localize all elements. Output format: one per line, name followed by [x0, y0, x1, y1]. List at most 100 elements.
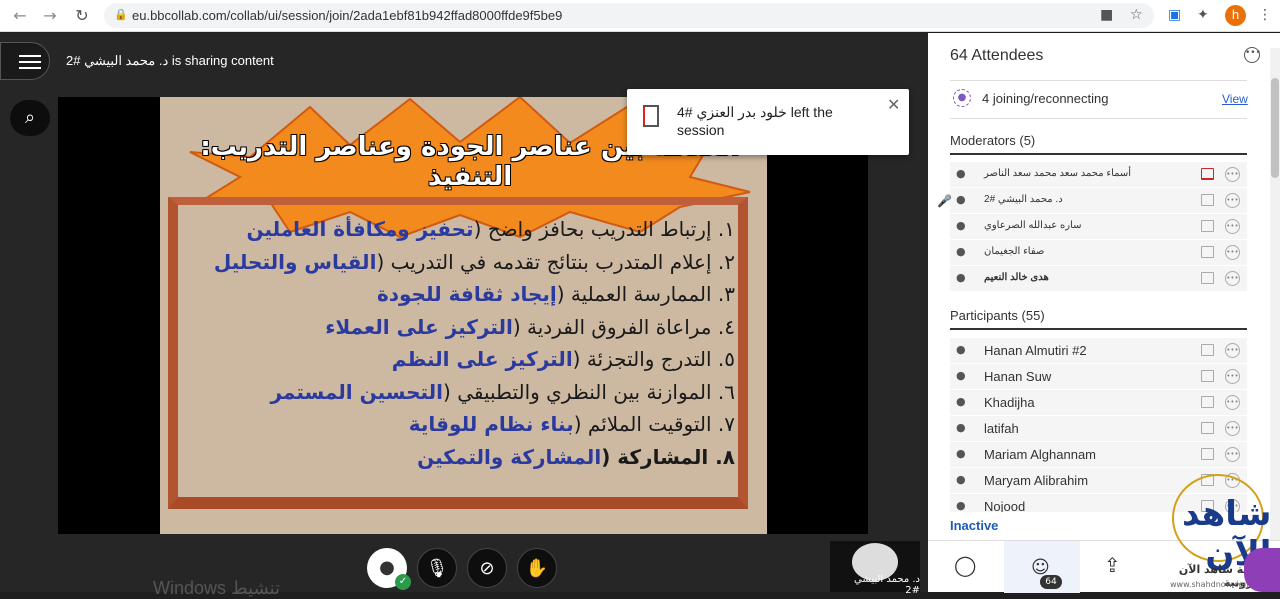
slide-list-item: ٨. المشاركة (المشاركة والتمكين [417, 444, 735, 469]
row-more-icon[interactable]: ••• [1225, 343, 1240, 358]
row-more-icon[interactable]: ••• [1225, 395, 1240, 410]
chat-icon[interactable] [1201, 194, 1214, 206]
forward-icon[interactable]: → [40, 6, 60, 25]
more-icon[interactable]: ⋮ [1258, 7, 1272, 23]
attendee-row[interactable]: ● هدى خالد النعيم ••• [950, 266, 1247, 291]
panel-title: 64 Attendees [950, 47, 1044, 64]
attendee-row[interactable]: ● أسماء محمد سعد محمد سعد الناصر ••• [950, 162, 1247, 187]
scroll-thumb[interactable] [1271, 78, 1279, 178]
chat-icon[interactable] [1201, 220, 1214, 232]
inactive-header[interactable]: Inactive [950, 518, 998, 533]
row-more-icon[interactable]: ••• [1225, 421, 1240, 436]
purple-tab[interactable] [1244, 548, 1280, 592]
star-icon[interactable]: ☆ [1130, 7, 1143, 23]
camera-button[interactable]: ⊘ [467, 548, 507, 588]
attendee-row[interactable]: ● latifah ••• [950, 416, 1247, 441]
slide-list-item: ٢. إعلام المتدرب بنتائج تقدمه في التدريب… [213, 249, 735, 274]
url-text: eu.bbcollab.com/collab/ui/session/join/2… [132, 8, 563, 23]
person-icon: ● [956, 193, 966, 206]
attendee-row[interactable]: ● Hanan Suw ••• [950, 364, 1247, 389]
row-more-icon[interactable]: ••• [1225, 447, 1240, 462]
chat-icon[interactable] [1201, 396, 1214, 408]
chat-icon[interactable] [1201, 168, 1214, 180]
person-icon: ● [956, 499, 966, 512]
chat-icon[interactable] [1201, 246, 1214, 258]
person-icon: ● [956, 369, 966, 382]
attendee-row[interactable]: ● صفاء الجغيمان ••• [950, 240, 1247, 265]
logo-url: www.shahdnow.com [1170, 580, 1252, 589]
share-content-icon[interactable]: ⇪ [1104, 553, 1121, 577]
joining-row: ● 4 joining/reconnecting View [950, 89, 1248, 109]
slide-list-item: ٣. الممارسة العملية (إيجاد ثقافة للجودة [376, 282, 735, 306]
check-icon: ✓ [395, 574, 411, 590]
slide-list-item: ٦. الموازنة بين النظري والتطبيقي (التحسي… [270, 379, 735, 404]
windows-watermark: Windows تنشيط [153, 578, 281, 598]
attendee-row[interactable]: ● Khadijha ••• [950, 390, 1247, 415]
slide-list-item: ١. إرتباط التدريب بحافز واضح (تحفيز ومكا… [246, 217, 735, 241]
slide-list-item: ٤. مراعاة الفروق الفردية (التركيز على ال… [325, 314, 735, 339]
row-more-icon[interactable]: ••• [1225, 193, 1240, 208]
attendee-count-badge: 64 [1040, 575, 1062, 589]
camera-off-icon: ⊘ [479, 558, 495, 579]
divider [950, 118, 1247, 119]
row-more-icon[interactable]: ••• [1225, 271, 1240, 286]
moderators-header[interactable]: Moderators (5) [950, 133, 1035, 148]
profile-avatar[interactable]: h [1225, 5, 1246, 26]
more-options-icon[interactable]: ••• [1244, 47, 1261, 63]
zoom-tool-icon[interactable]: ⌕ [10, 100, 50, 136]
back-icon[interactable]: ← [10, 6, 30, 25]
slide-list: ١. إرتباط التدريب بحافز واضح (تحفيز ومكا… [213, 217, 735, 477]
section-line [950, 153, 1247, 155]
reload-icon[interactable]: ↻ [72, 6, 92, 25]
row-more-icon[interactable]: ••• [1225, 167, 1240, 182]
chat-icon[interactable] [1201, 422, 1214, 434]
leave-door-icon [643, 105, 659, 127]
avatar-icon: ● [379, 557, 395, 578]
attendee-row[interactable]: ● Mariam Alghannam ••• [950, 442, 1247, 467]
participants-header[interactable]: Participants (55) [950, 308, 1045, 323]
person-icon: ● [956, 343, 966, 356]
person-icon: ● [956, 473, 966, 486]
person-icon: ● [956, 167, 966, 180]
address-bar[interactable]: 🔒 eu.bbcollab.com/collab/ui/session/join… [104, 3, 1154, 28]
chat-icon[interactable] [1201, 448, 1214, 460]
extension-icon[interactable]: ▣ [1168, 7, 1181, 23]
attendee-row[interactable]: ● Hanan Almutiri #2 ••• [950, 338, 1247, 363]
slide-list-item: ٧. التوقيت الملائم (بناء نظام للوقاية [408, 412, 735, 436]
panel-scrollbar[interactable] [1270, 48, 1280, 542]
joining-icon: ● [953, 89, 971, 107]
left-session-toast: خلود بدر العنزي #4 left the session ✕ [627, 89, 909, 155]
raise-hand-button[interactable]: ✋ [517, 548, 557, 588]
row-more-icon[interactable]: ••• [1225, 369, 1240, 384]
divider [950, 80, 1247, 81]
row-more-icon[interactable]: ••• [1225, 245, 1240, 260]
session-menu-button[interactable] [0, 42, 50, 80]
person-icon: ● [956, 271, 966, 284]
active-speaker-tile: د. محمد البيشي #2 [830, 541, 920, 596]
browser-toolbar: ← → ↻ 🔒 eu.bbcollab.com/collab/ui/sessio… [0, 0, 1280, 32]
toast-message: خلود بدر العنزي #4 left the session [677, 104, 833, 138]
microphone-button[interactable]: 🎙 [417, 548, 457, 588]
speaker-name: د. محمد البيشي #2 [854, 574, 920, 596]
attendee-row[interactable]: ● د. محمد البيشي #2 ••• [950, 188, 1247, 213]
person-icon: ● [956, 395, 966, 408]
chat-icon[interactable] [1201, 370, 1214, 382]
person-icon: ● [956, 421, 966, 434]
mic-off-icon: 🎙 [425, 558, 449, 579]
person-icon: ● [956, 447, 966, 460]
person-icon: ● [956, 245, 966, 258]
row-more-icon[interactable]: ••• [1225, 219, 1240, 234]
close-icon[interactable]: ✕ [887, 95, 900, 114]
attendee-row[interactable]: ● ساره عبدالله الصرعاوي ••• [950, 214, 1247, 239]
shahd-now-logo: شاهد الآن [1172, 474, 1271, 574]
person-icon: ● [956, 219, 966, 232]
camera-icon[interactable]: ■ [1100, 7, 1113, 23]
chat-icon[interactable] [1201, 272, 1214, 284]
lock-icon: 🔒 [114, 8, 128, 21]
hand-icon: ✋ [525, 558, 549, 579]
sharing-status: د. محمد البيشي #2 is sharing content [66, 53, 274, 68]
puzzle-icon[interactable]: ✦ [1197, 7, 1209, 23]
chat-icon[interactable] [1201, 344, 1214, 356]
view-link[interactable]: View [1222, 92, 1248, 106]
chat-bubble-icon[interactable]: ◯ [954, 553, 976, 577]
